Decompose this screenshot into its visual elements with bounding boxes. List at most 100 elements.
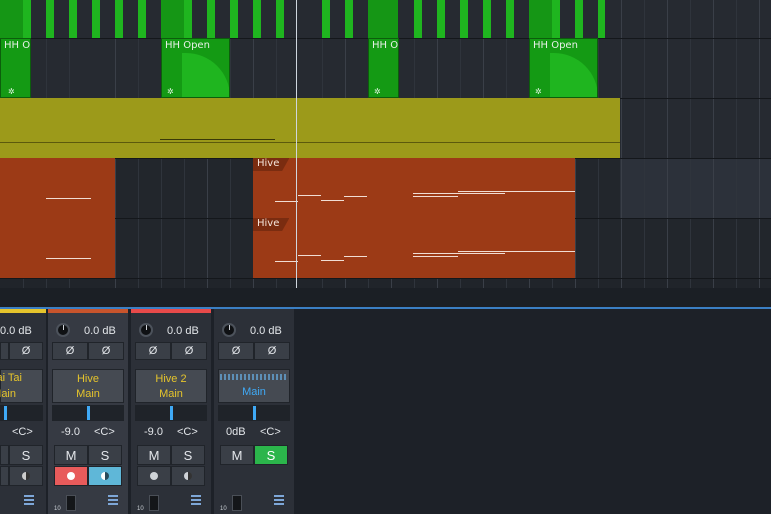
volume-fader[interactable] xyxy=(232,495,242,511)
phase-r-button[interactable]: Ø xyxy=(254,342,290,360)
mute-button[interactable]: M xyxy=(54,445,88,465)
channel-name: Hive xyxy=(76,372,99,385)
volume-knob[interactable] xyxy=(139,323,153,337)
channel-name-box[interactable]: ai Tai Main xyxy=(0,369,43,403)
mute-button[interactable]: M xyxy=(137,445,171,465)
fader-scale: 10 xyxy=(54,506,61,512)
pan-marker xyxy=(253,406,256,420)
mute-button[interactable] xyxy=(0,445,9,465)
drum-clip[interactable] xyxy=(345,0,353,38)
drum-clip[interactable] xyxy=(575,0,583,38)
volume-fader[interactable] xyxy=(66,495,76,511)
drum-clip[interactable] xyxy=(253,0,261,38)
record-icon xyxy=(150,472,158,480)
channel-color-bar xyxy=(48,309,128,313)
hive-region-left-1[interactable] xyxy=(0,158,115,218)
volume-readout[interactable]: 0.0 dB xyxy=(250,325,282,337)
drum-clip[interactable] xyxy=(46,0,54,38)
arrange-view[interactable]: HH O ✲ HH Open ✲ HH O ✲ HH Open ✲ Hive H… xyxy=(0,0,771,288)
clip-label: HH Open xyxy=(533,40,578,51)
drum-clip[interactable] xyxy=(437,0,445,38)
pan-slider[interactable] xyxy=(135,405,207,421)
record-button[interactable] xyxy=(0,466,9,486)
monitor-button[interactable] xyxy=(88,466,122,486)
gear-icon: ✲ xyxy=(374,87,381,96)
region-label: Hive xyxy=(253,218,290,231)
hh-clip-1[interactable]: HH O ✲ xyxy=(0,38,31,98)
volume-readout[interactable]: 0.0 dB xyxy=(0,325,32,337)
channel-name-pattern xyxy=(220,374,288,380)
hive-region-2[interactable]: Hive xyxy=(253,218,575,278)
pan-slider[interactable] xyxy=(0,405,43,421)
record-button[interactable] xyxy=(137,466,171,486)
phase-l-button[interactable]: Ø xyxy=(218,342,254,360)
drum-clip[interactable] xyxy=(552,0,560,38)
pan-slider[interactable] xyxy=(218,405,290,421)
hh-clip-3[interactable]: HH O ✲ xyxy=(368,38,399,98)
hh-clip-4[interactable]: HH Open ✲ xyxy=(529,38,598,98)
phase-r-button[interactable]: Ø xyxy=(9,342,43,360)
phase-l-button[interactable]: Ø xyxy=(135,342,171,360)
drum-clip[interactable] xyxy=(598,0,605,38)
drum-clip[interactable] xyxy=(230,0,238,38)
channel-strip-bus: 0.0 dB Ø Ø Main 0dB <C> M S 10 xyxy=(214,309,294,514)
arrange-bottom-gap xyxy=(0,288,771,307)
phase-r-button[interactable]: Ø xyxy=(88,342,124,360)
monitor-icon xyxy=(101,472,109,480)
drum-clip[interactable] xyxy=(69,0,77,38)
drum-clip[interactable] xyxy=(184,0,192,38)
channel-name-box[interactable]: Hive Main xyxy=(52,369,124,403)
solo-button[interactable]: S xyxy=(88,445,122,465)
drum-clip[interactable] xyxy=(23,0,31,38)
mute-button[interactable]: M xyxy=(220,445,254,465)
phase-r-button[interactable]: Ø xyxy=(171,342,207,360)
hh-clip-2[interactable]: HH Open ✲ xyxy=(161,38,230,98)
drum-clip[interactable] xyxy=(483,0,491,38)
clip-label: HH Open xyxy=(165,40,210,51)
volume-readout[interactable]: 0.0 dB xyxy=(84,325,116,337)
pan-label: <C> xyxy=(177,426,198,438)
hive-region-left-2[interactable] xyxy=(0,218,115,278)
drum-clip[interactable] xyxy=(368,0,398,38)
volume-readout[interactable]: 0.0 dB xyxy=(167,325,199,337)
channel-output: Main xyxy=(76,387,100,400)
fader-scale: 10 xyxy=(220,506,227,512)
drum-clip[interactable] xyxy=(414,0,422,38)
pan-slider[interactable] xyxy=(52,405,124,421)
record-button[interactable] xyxy=(54,466,88,486)
drum-clip[interactable] xyxy=(207,0,215,38)
channel-name-box[interactable]: Main xyxy=(218,369,290,403)
channel-color-bar xyxy=(0,309,46,313)
volume-fader[interactable] xyxy=(149,495,159,511)
playhead[interactable] xyxy=(296,0,297,288)
drum-clip[interactable] xyxy=(92,0,100,38)
monitor-button[interactable] xyxy=(171,466,205,486)
volume-knob[interactable] xyxy=(222,323,236,337)
drum-clip[interactable] xyxy=(115,0,123,38)
envelope-shape xyxy=(550,53,597,97)
volume-knob[interactable] xyxy=(56,323,70,337)
channel-strip-hive: 0.0 dB Ø Ø Hive Main -9.0 <C> M S 10 xyxy=(48,309,128,514)
solo-button[interactable]: S xyxy=(171,445,205,465)
gear-icon: ✲ xyxy=(167,87,174,96)
meter-icon[interactable] xyxy=(108,495,118,505)
olive-clip[interactable] xyxy=(0,98,620,158)
meter-icon[interactable] xyxy=(274,495,284,505)
phase-l-button[interactable] xyxy=(0,342,9,360)
channel-name-box[interactable]: Hive 2 Main xyxy=(135,369,207,403)
phase-l-button[interactable]: Ø xyxy=(52,342,88,360)
drum-clip[interactable] xyxy=(460,0,468,38)
pan-marker xyxy=(4,406,7,420)
meter-icon[interactable] xyxy=(191,495,201,505)
drum-clip[interactable] xyxy=(138,0,146,38)
solo-button[interactable]: S xyxy=(9,445,43,465)
hive-region-1[interactable]: Hive xyxy=(253,158,575,218)
automation-line xyxy=(160,139,275,140)
drum-clip[interactable] xyxy=(276,0,284,38)
channel-strip-hive-2: 0.0 dB Ø Ø Hive 2 Main -9.0 <C> M S 10 xyxy=(131,309,211,514)
drum-clip[interactable] xyxy=(506,0,514,38)
meter-icon[interactable] xyxy=(24,495,34,505)
drum-clip[interactable] xyxy=(322,0,330,38)
solo-button[interactable]: S xyxy=(254,445,288,465)
monitor-button[interactable] xyxy=(9,466,43,486)
